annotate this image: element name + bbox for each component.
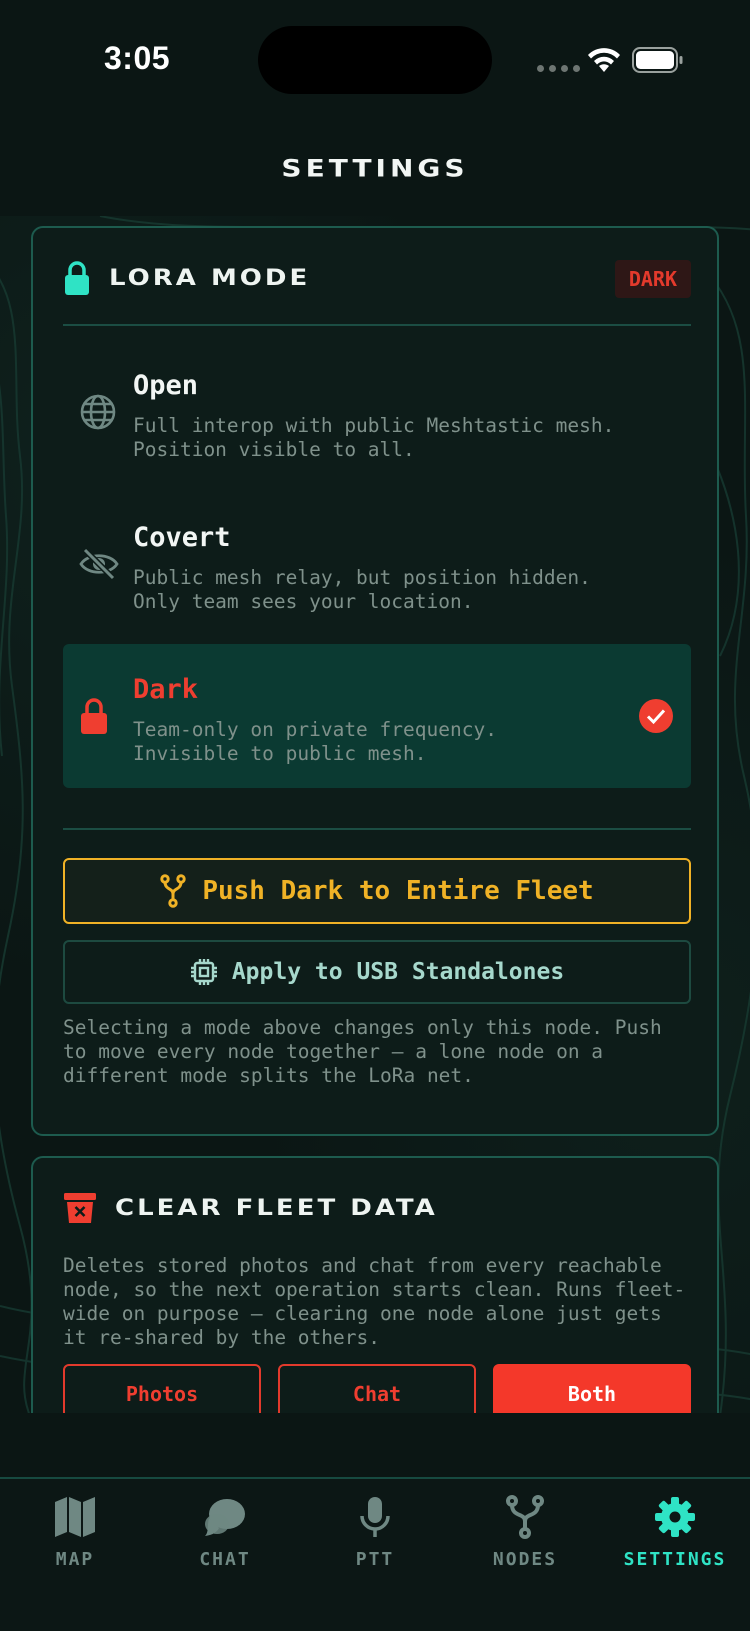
lock-icon bbox=[65, 261, 89, 295]
page-title: SETTINGS bbox=[281, 153, 469, 183]
microphone-icon bbox=[360, 1497, 390, 1537]
mode-option-title: Open bbox=[133, 370, 199, 401]
clear-fleet-header: CLEAR FLEET DATA bbox=[63, 1188, 691, 1228]
bottom-spacer bbox=[0, 1413, 750, 1477]
map-icon bbox=[55, 1497, 95, 1537]
tab-map[interactable]: MAP bbox=[0, 1493, 150, 1583]
clear-chat-button[interactable]: Chat bbox=[278, 1364, 476, 1413]
mode-option-covert[interactable]: Covert Public mesh relay, but position h… bbox=[63, 492, 691, 636]
globe-icon bbox=[80, 394, 116, 430]
cellular-signal-icon bbox=[537, 65, 580, 72]
mode-option-dark[interactable]: Dark Team-only on private frequency. Inv… bbox=[63, 644, 691, 788]
trash-icon bbox=[64, 1193, 96, 1223]
fork-icon bbox=[160, 874, 187, 908]
mode-option-title: Covert bbox=[133, 522, 231, 553]
push-to-fleet-button[interactable]: Push Dark to Entire Fleet bbox=[63, 858, 691, 924]
settings-scroll-area[interactable]: LORA MODE DARK Open Full interop with pu… bbox=[0, 216, 750, 1413]
eye-slash-icon bbox=[79, 547, 119, 581]
status-time: 3:05 bbox=[104, 40, 171, 76]
mode-option-open[interactable]: Open Full interop with public Meshtastic… bbox=[63, 340, 691, 484]
lora-mode-title: LORA MODE bbox=[109, 265, 311, 291]
battery-icon bbox=[632, 47, 683, 73]
lora-mode-header: LORA MODE DARK bbox=[63, 258, 691, 298]
mode-help-note: Selecting a mode above changes only this… bbox=[63, 1016, 662, 1087]
lora-mode-card: LORA MODE DARK Open Full interop with pu… bbox=[31, 226, 719, 1136]
title-bar: SETTINGS bbox=[0, 120, 750, 216]
lock-icon bbox=[81, 698, 107, 734]
apply-usb-label: Apply to USB Standalones bbox=[231, 959, 565, 985]
divider bbox=[63, 324, 691, 326]
current-mode-badge: DARK bbox=[614, 260, 691, 298]
tab-label: MAP bbox=[55, 1549, 95, 1570]
tab-label: NODES bbox=[492, 1549, 558, 1570]
clear-both-button[interactable]: Both bbox=[493, 1364, 691, 1413]
mode-option-description: Full interop with public Meshtastic mesh… bbox=[133, 414, 615, 461]
clear-photos-button[interactable]: Photos bbox=[63, 1364, 261, 1413]
divider bbox=[63, 828, 691, 830]
mode-option-title: Dark bbox=[133, 674, 199, 705]
status-bar: 3:05 bbox=[0, 0, 750, 120]
push-to-fleet-label: Push Dark to Entire Fleet bbox=[202, 876, 594, 906]
tab-label: CHAT bbox=[199, 1549, 251, 1570]
tab-chat[interactable]: CHAT bbox=[150, 1493, 300, 1583]
gear-icon bbox=[655, 1497, 695, 1537]
clear-fleet-description: Deletes stored photos and chat from ever… bbox=[63, 1254, 686, 1349]
chip-icon bbox=[190, 959, 217, 985]
tab-settings[interactable]: SETTINGS bbox=[600, 1493, 750, 1583]
tab-nodes[interactable]: NODES bbox=[450, 1493, 600, 1583]
wifi-icon bbox=[588, 48, 620, 72]
mode-option-description: Team-only on private frequency. Invisibl… bbox=[133, 718, 497, 765]
tab-bar: MAP CHAT PTT NODES SETTINGS bbox=[0, 1477, 750, 1631]
tab-label: PTT bbox=[355, 1549, 395, 1570]
apply-usb-standalones-button[interactable]: Apply to USB Standalones bbox=[63, 940, 691, 1004]
clear-fleet-title: CLEAR FLEET DATA bbox=[115, 1195, 438, 1221]
chat-bubble-icon bbox=[205, 1499, 245, 1536]
tab-ptt[interactable]: PTT bbox=[300, 1493, 450, 1583]
tab-label: SETTINGS bbox=[623, 1549, 727, 1570]
clear-fleet-data-card: CLEAR FLEET DATA Deletes stored photos a… bbox=[31, 1156, 719, 1413]
dynamic-island bbox=[258, 26, 492, 94]
mode-option-description: Public mesh relay, but position hidden. … bbox=[133, 566, 591, 613]
checkmark-circle-icon bbox=[639, 699, 673, 733]
nodes-fork-icon bbox=[506, 1495, 544, 1539]
